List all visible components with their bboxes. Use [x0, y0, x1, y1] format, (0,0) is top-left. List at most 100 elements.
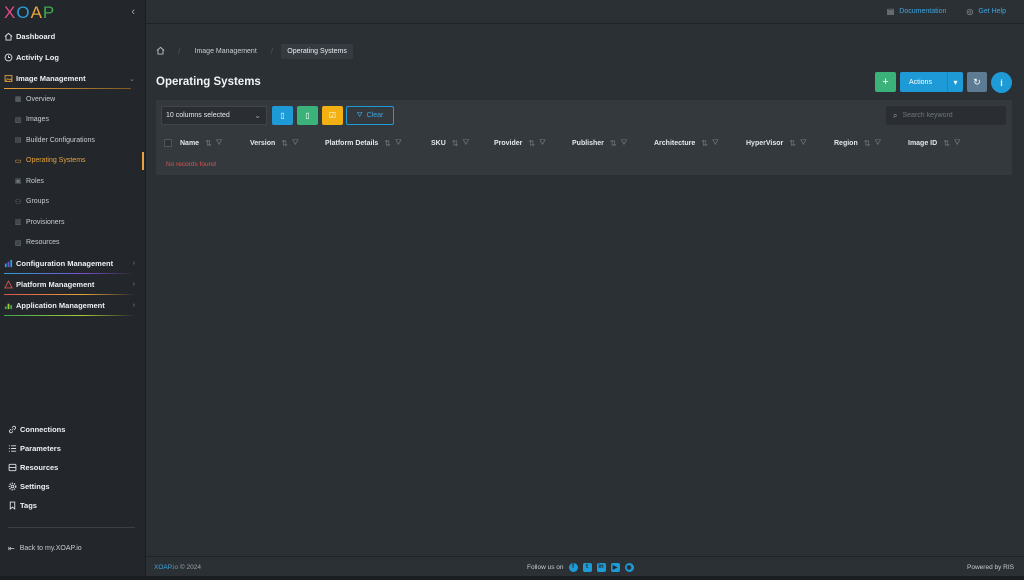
provisioner-icon: ▥	[14, 219, 22, 227]
filter-icon[interactable]: ⛛	[712, 138, 719, 148]
search-icon: ⌕	[893, 110, 898, 120]
filter-icon[interactable]: ⛛	[954, 138, 961, 148]
sidebar-item-application-management[interactable]: Application Management ›	[0, 295, 145, 316]
get-help-label: Get Help	[978, 8, 1006, 15]
column-header-provider[interactable]: Provider ⇅ ⛛	[494, 138, 546, 148]
sidebar-item-label: Configuration Management	[16, 259, 114, 268]
add-button[interactable]: +	[875, 72, 896, 92]
chevron-down-icon[interactable]: ▾	[947, 72, 963, 92]
sort-icon[interactable]: ⇅	[205, 139, 212, 148]
export-csv-button[interactable]: ▯	[272, 106, 293, 125]
chevron-down-icon: ⌄	[129, 75, 135, 83]
column-header-publisher[interactable]: Publisher ⇅ ⛛	[572, 138, 627, 148]
sidebar-item-configuration-management[interactable]: Configuration Management ›	[0, 253, 145, 274]
sidebar-item-builder-configurations[interactable]: ▤ Builder Configurations	[0, 130, 145, 151]
breadcrumb-image-management[interactable]: Image Management	[189, 44, 263, 59]
sidebar-item-activity-log[interactable]: Activity Log	[0, 47, 145, 68]
sidebar-item-images[interactable]: ▧ Images	[0, 110, 145, 131]
filter-icon[interactable]: ⛛	[800, 138, 807, 148]
filter-icon[interactable]: ⛛	[539, 138, 546, 148]
sort-icon[interactable]: ⇅	[452, 139, 459, 148]
xoap-logo[interactable]: XOAP	[4, 4, 55, 21]
youtube-icon[interactable]: ▶	[610, 562, 620, 572]
column-header-version[interactable]: Version ⇅ ⛛	[250, 138, 299, 148]
actions-button[interactable]: Actions ▾	[900, 72, 963, 92]
sidebar-item-dashboard[interactable]: Dashboard	[0, 26, 145, 47]
filter-icon[interactable]: ⛛	[621, 138, 628, 148]
sidebar-item-operating-systems[interactable]: ▭ Operating Systems	[0, 151, 145, 172]
gear-icon	[8, 482, 17, 491]
sidebar-item-connections[interactable]: Connections	[0, 420, 146, 439]
filter-icon[interactable]: ⛛	[216, 138, 223, 148]
sidebar-item-platform-management[interactable]: Platform Management ›	[0, 274, 145, 295]
column-header-region[interactable]: Region ⇅ ⛛	[834, 138, 881, 148]
chevron-right-icon: ›	[132, 302, 135, 309]
table-header: Name ⇅ ⛛ Version ⇅ ⛛ Platform Details ⇅ ⛛ SKU ⇅…	[156, 132, 1012, 154]
filter-icon[interactable]: ⛛	[462, 138, 469, 148]
file-icon: ▯	[280, 111, 285, 120]
sidebar-item-provisioners[interactable]: ▥ Provisioners	[0, 212, 145, 233]
sidebar-item-label: Settings	[20, 482, 50, 491]
config-icon: ▤	[14, 137, 22, 145]
sidebar-item-label: Tags	[20, 501, 37, 510]
footer-brand-link[interactable]: XOAP.io	[154, 564, 178, 571]
sidebar-item-label: Images	[26, 116, 49, 124]
info-button[interactable]: i	[991, 72, 1012, 93]
help-icon: ◎	[966, 7, 974, 16]
github-icon[interactable]: ◉	[624, 562, 634, 572]
column-header-platform-details[interactable]: Platform Details ⇅ ⛛	[325, 138, 402, 148]
chevron-left-icon[interactable]: ‹	[131, 6, 135, 18]
filter-icon[interactable]: ⛛	[395, 138, 402, 148]
export-selection-button[interactable]: ☑	[322, 106, 343, 125]
column-header-image-id[interactable]: Image ID ⇅ ⛛	[908, 138, 961, 148]
home-icon[interactable]	[156, 46, 170, 57]
sidebar-item-resources-bottom[interactable]: Resources	[0, 458, 146, 477]
twitter-icon[interactable]: t	[582, 562, 592, 572]
sidebar-item-resources[interactable]: ▨ Resources	[0, 233, 145, 254]
sidebar-item-label: Resources	[26, 239, 60, 247]
sidebar-item-roles[interactable]: ▣ Roles	[0, 171, 145, 192]
sidebar-item-label: Overview	[26, 95, 56, 103]
data-table-panel: 10 columns selected ⌄ ▯ ▯ ☑ ⛛ Clear ⌕ Na…	[156, 100, 1012, 175]
linkedin-icon[interactable]: in	[596, 562, 606, 572]
documentation-link[interactable]: ▤ Documentation	[887, 7, 947, 16]
column-header-hypervisor[interactable]: HyperVisor ⇅ ⛛	[746, 138, 807, 148]
filter-icon[interactable]: ⛛	[292, 138, 299, 148]
sort-icon[interactable]: ⇅	[528, 139, 535, 148]
documentation-label: Documentation	[899, 8, 947, 15]
database-icon	[8, 463, 17, 472]
sidebar: XOAP ‹ Dashboard Activity Log Image Mana…	[0, 0, 146, 576]
back-to-portal-link[interactable]: ⇤ Back to my.XOAP.io	[8, 544, 82, 553]
facebook-icon[interactable]: f	[568, 562, 578, 572]
filter-icon[interactable]: ⛛	[874, 138, 881, 148]
export-excel-button[interactable]: ▯	[297, 106, 318, 125]
sort-icon[interactable]: ⇅	[789, 139, 796, 148]
sidebar-item-parameters[interactable]: Parameters	[0, 439, 146, 458]
sidebar-item-label: Application Management	[16, 301, 105, 310]
sort-icon[interactable]: ⇅	[943, 139, 950, 148]
sidebar-item-groups[interactable]: ⚇ Groups	[0, 192, 145, 213]
sidebar-item-overview[interactable]: ▦ Overview	[0, 89, 145, 110]
sidebar-item-image-management[interactable]: Image Management ⌄	[0, 68, 145, 89]
sidebar-item-label: Resources	[20, 463, 59, 472]
sort-icon[interactable]: ⇅	[384, 139, 391, 148]
column-header-name[interactable]: Name ⇅ ⛛	[180, 138, 223, 148]
clear-label: Clear	[366, 112, 384, 119]
social-links: Follow us on f t in ▶ ◉	[527, 562, 634, 572]
sort-icon[interactable]: ⇅	[864, 139, 871, 148]
clear-filters-button[interactable]: ⛛ Clear	[346, 106, 394, 125]
refresh-button[interactable]: ↻	[967, 72, 987, 92]
get-help-link[interactable]: ◎ Get Help	[966, 7, 1006, 16]
grid-icon: ▦	[14, 96, 22, 104]
column-header-sku[interactable]: SKU ⇅ ⛛	[431, 138, 469, 148]
sidebar-item-tags[interactable]: Tags	[0, 496, 146, 515]
search-input[interactable]	[902, 112, 998, 119]
column-header-architecture[interactable]: Architecture ⇅ ⛛	[654, 138, 719, 148]
chevron-down-icon: ⌄	[254, 111, 261, 120]
sidebar-item-settings[interactable]: Settings	[0, 477, 146, 496]
sort-icon[interactable]: ⇅	[610, 139, 617, 148]
sort-icon[interactable]: ⇅	[281, 139, 288, 148]
column-selector[interactable]: 10 columns selected ⌄	[161, 106, 267, 125]
sort-icon[interactable]: ⇅	[701, 139, 708, 148]
back-link-label: Back to my.XOAP.io	[19, 545, 82, 552]
